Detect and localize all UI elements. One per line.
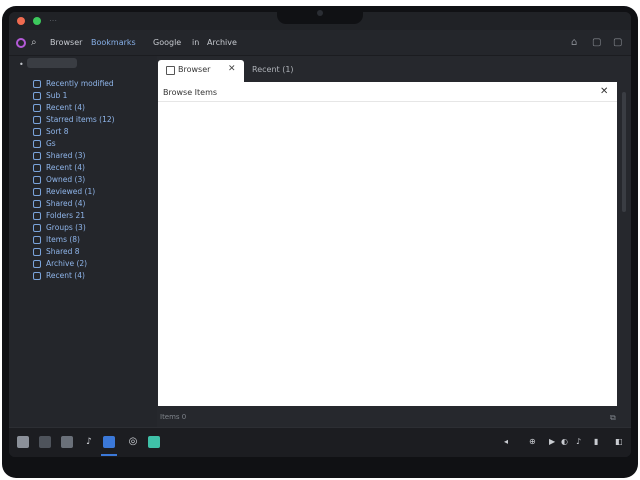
menu-bar: ⌕ Browser Bookmarks Google in Archive ⌂ … xyxy=(9,30,631,56)
music-icon[interactable]: ♪ xyxy=(83,436,95,448)
status-text: Items 0 xyxy=(160,413,187,421)
panel-title: Browse Items xyxy=(163,88,218,97)
sidebar-item-label: Archive (2) xyxy=(46,259,88,268)
sidebar-item-label: Shared (3) xyxy=(46,151,86,160)
sidebar-item-label: Recent (4) xyxy=(46,103,85,112)
tray-play-icon[interactable]: ▶ xyxy=(549,437,555,446)
folder-icon xyxy=(33,128,41,136)
taskbar: ♪ ◎ ◂ ⊕ ▶ ◐ ♪ ▮ ◧ xyxy=(9,427,631,457)
folder-icon xyxy=(33,236,41,244)
files-icon[interactable] xyxy=(17,436,29,448)
expand-icon[interactable]: ⧉ xyxy=(610,413,616,423)
tab-recent[interactable]: Recent (1) xyxy=(252,65,294,74)
tab-label: Browser xyxy=(178,65,211,74)
menu-item-bookmarks[interactable]: Bookmarks xyxy=(91,38,136,47)
chrome-icon[interactable]: ◎ xyxy=(127,436,139,448)
sidebar-header-dot: • xyxy=(19,60,24,69)
tray-back-icon[interactable]: ◂ xyxy=(504,437,508,446)
sidebar-item-label: Recent (4) xyxy=(46,163,85,172)
folder-icon xyxy=(33,260,41,268)
window-title: ⋯ xyxy=(49,16,57,25)
sidebar-item-label: Items (8) xyxy=(46,235,80,244)
content-panel: Browse Items ✕ xyxy=(158,82,617,406)
camera-notch xyxy=(277,6,363,24)
search-icon[interactable]: ⌕ xyxy=(31,37,37,48)
browser-icon[interactable] xyxy=(103,436,115,448)
sidebar-item-label: Sort 8 xyxy=(46,127,69,136)
notes-icon[interactable] xyxy=(61,436,73,448)
main-area: Browser ✕ Recent (1) Browse Items ✕ Item… xyxy=(157,56,631,427)
folder-icon xyxy=(33,248,41,256)
menu-item-google[interactable]: Google xyxy=(153,38,181,47)
folder-icon xyxy=(33,104,41,112)
sidebar: • Recently modified Sub 1 Recent (4) Sta… xyxy=(9,56,157,427)
page-icon xyxy=(166,66,175,75)
folder-icon xyxy=(33,176,41,184)
folder-icon xyxy=(33,224,41,232)
sidebar-item-label: Reviewed (1) xyxy=(46,187,96,196)
sidebar-item-label: Folders 21 xyxy=(46,211,86,220)
device-frame: ⋯ ⌕ Browser Bookmarks Google in Archive … xyxy=(0,0,640,480)
tray-network-icon[interactable]: ⊕ xyxy=(529,437,536,446)
window-icon[interactable]: ▢ xyxy=(592,37,601,48)
camera-icon xyxy=(317,10,323,16)
folder-icon xyxy=(33,92,41,100)
tab-close-icon[interactable]: ✕ xyxy=(228,64,236,74)
close-window-button[interactable] xyxy=(17,17,25,25)
editor-icon[interactable] xyxy=(148,436,160,448)
sidebar-item-label: Recently modified xyxy=(46,79,114,88)
folder-icon xyxy=(33,200,41,208)
terminal-icon[interactable] xyxy=(39,436,51,448)
menu-item-in[interactable]: in xyxy=(192,38,199,47)
tray-battery-icon[interactable]: ▮ xyxy=(594,437,598,446)
sidebar-item-label: Shared (4) xyxy=(46,199,86,208)
folder-icon xyxy=(33,188,41,196)
tab-bar: Browser ✕ Recent (1) xyxy=(157,60,631,82)
tray-volume-icon[interactable]: ♪ xyxy=(576,437,581,446)
active-app-indicator xyxy=(101,454,117,456)
menu-item-browser[interactable]: Browser xyxy=(50,38,82,47)
folder-icon xyxy=(33,272,41,280)
scrollbar[interactable] xyxy=(622,92,626,212)
folder-icon xyxy=(33,116,41,124)
folder-icon xyxy=(33,80,41,88)
folder-icon xyxy=(33,212,41,220)
sidebar-item-label: Owned (3) xyxy=(46,175,86,184)
tray-notifications-icon[interactable]: ◧ xyxy=(615,437,623,446)
sidebar-item-label: Sub 1 xyxy=(46,91,68,100)
app-logo-icon[interactable] xyxy=(16,38,26,48)
sidebar-item-label: Groups (3) xyxy=(46,223,86,232)
sidebar-item-label: Starred items (12) xyxy=(46,115,115,124)
panel-header: Browse Items ✕ xyxy=(158,82,617,102)
sidebar-header[interactable] xyxy=(27,58,77,68)
sidebar-item-label: Shared 8 xyxy=(46,247,80,256)
folder-icon xyxy=(33,164,41,172)
share-icon[interactable]: ⌂ xyxy=(571,37,577,48)
status-bar: Items 0 ⧉ xyxy=(157,412,631,426)
tab-browser[interactable]: Browser ✕ xyxy=(158,60,244,82)
maximize-window-button[interactable] xyxy=(33,17,41,25)
screen: ⋯ ⌕ Browser Bookmarks Google in Archive … xyxy=(9,12,631,457)
tray-brightness-icon[interactable]: ◐ xyxy=(561,437,568,446)
panel-close-icon[interactable]: ✕ xyxy=(600,86,608,97)
sidebar-item-label: Gs xyxy=(46,139,56,148)
folder-icon xyxy=(33,152,41,160)
settings-icon[interactable]: ▢ xyxy=(613,37,622,48)
folder-icon xyxy=(33,140,41,148)
menu-item-archive[interactable]: Archive xyxy=(207,38,237,47)
sidebar-item-label: Recent (4) xyxy=(46,271,85,280)
